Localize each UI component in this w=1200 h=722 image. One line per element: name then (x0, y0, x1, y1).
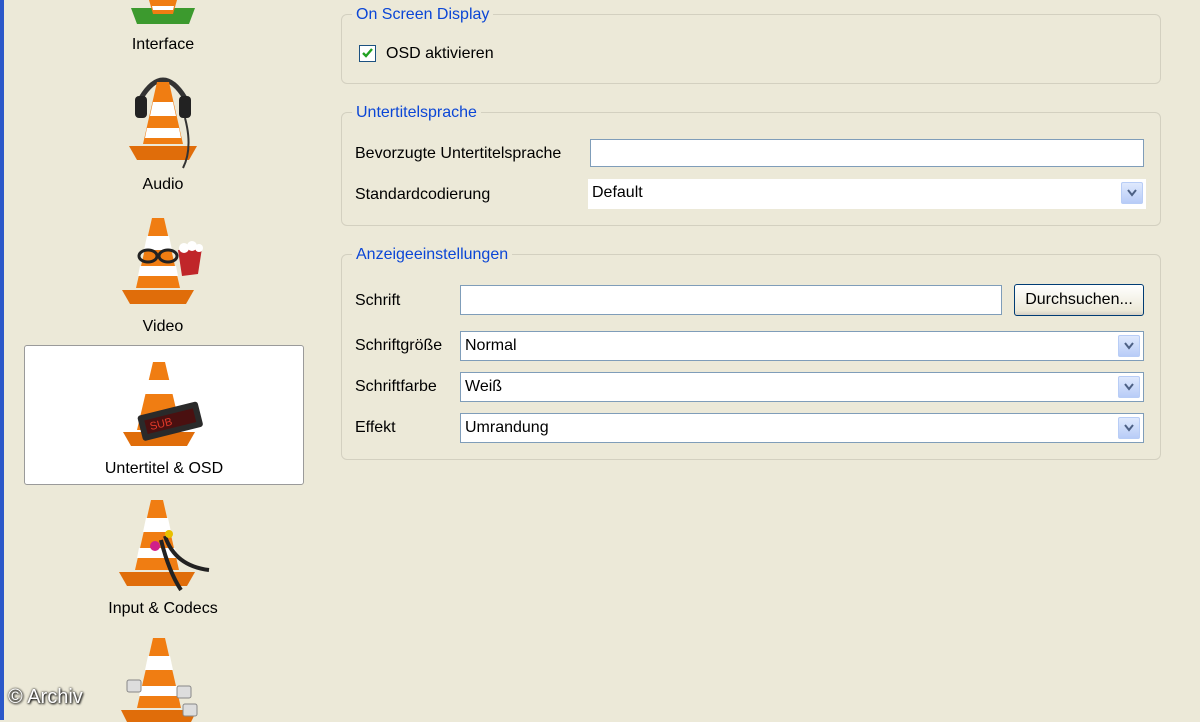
effect-value: Umrandung (465, 419, 549, 436)
effect-select[interactable]: Umrandung (460, 413, 1144, 443)
copyright-watermark: © Archiv (8, 686, 83, 708)
osd-enable-checkbox[interactable] (359, 45, 376, 62)
chevron-down-icon[interactable] (1118, 335, 1140, 357)
sidebar-item-subtitles-osd[interactable]: SUB Untertitel & OSD (24, 345, 304, 485)
osd-group: On Screen Display OSD aktivieren (341, 5, 1161, 84)
chevron-down-icon[interactable] (1118, 417, 1140, 439)
video-cone-icon (122, 218, 203, 304)
preferred-language-input[interactable] (590, 139, 1144, 167)
codecs-cone-icon (119, 500, 210, 592)
sidebar-item-label: Audio (142, 176, 184, 193)
effect-label: Effekt (355, 419, 396, 436)
subtitle-language-group: Untertitelsprache Bevorzugte Untertitels… (341, 103, 1161, 226)
sidebar-item-audio[interactable]: Audio (24, 66, 302, 200)
font-label: Schrift (355, 292, 401, 309)
font-input[interactable] (460, 285, 1002, 315)
sidebar-item-label: Interface (131, 36, 195, 53)
sidebar-item-label: Video (142, 318, 184, 335)
preferred-language-label: Bevorzugte Untertitelsprache (355, 145, 562, 162)
font-color-label: Schriftfarbe (355, 378, 437, 395)
default-encoding-value: Default (592, 184, 643, 201)
display-settings-group: Anzeigeeinstellungen Schrift Durchsuchen… (341, 245, 1161, 460)
font-color-select[interactable]: Weiß (460, 372, 1144, 402)
osd-enable-label: OSD aktivieren (386, 45, 494, 62)
sidebar-item-label: Input & Codecs (108, 600, 218, 617)
sidebar-item-interface[interactable]: Interface (24, 0, 302, 62)
font-size-label: Schriftgröße (355, 337, 443, 354)
font-color-value: Weiß (465, 378, 503, 395)
default-encoding-label: Standardcodierung (355, 186, 491, 203)
audio-cone-icon (129, 77, 197, 169)
hotkeys-cone-icon (121, 638, 198, 722)
font-size-select[interactable]: Normal (460, 331, 1144, 361)
chevron-down-icon[interactable] (1118, 376, 1140, 398)
osd-group-title: On Screen Display (352, 5, 494, 25)
checkmark-icon (362, 48, 373, 58)
interface-cone-icon (131, 0, 195, 24)
sidebar-item-label: Untertitel & OSD (104, 460, 224, 477)
browse-button[interactable]: Durchsuchen... (1014, 284, 1144, 316)
category-sidebar: Interface Audio Video SUB Untertitel & O… (4, 0, 320, 722)
subtitle-language-group-title: Untertitelsprache (352, 103, 481, 123)
display-settings-group-title: Anzeigeeinstellungen (352, 245, 513, 265)
subtitle-cone-icon: SUB (123, 362, 203, 446)
sidebar-item-video[interactable]: Video (24, 208, 302, 342)
sidebar-item-input-codecs[interactable]: Input & Codecs (24, 494, 302, 624)
default-encoding-select[interactable]: Default (588, 179, 1146, 209)
chevron-down-icon[interactable] (1121, 182, 1143, 204)
font-size-value: Normal (465, 337, 517, 354)
